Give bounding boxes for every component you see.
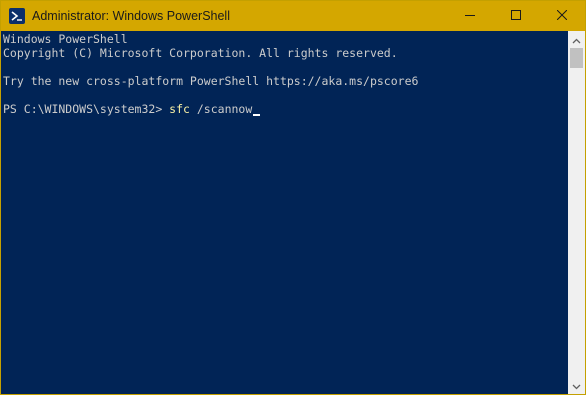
text-cursor [253, 114, 261, 116]
prompt-text: PS C:\WINDOWS\system32> [3, 102, 170, 116]
maximize-icon [511, 7, 521, 25]
powershell-window: Administrator: Windows PowerShell Window… [0, 0, 586, 395]
command-name: sfc [169, 102, 190, 116]
powershell-icon[interactable] [9, 8, 25, 24]
scroll-down-button[interactable] [568, 377, 585, 394]
minimize-button[interactable] [447, 1, 493, 31]
vertical-scrollbar[interactable] [568, 31, 585, 394]
close-icon [556, 7, 568, 25]
command-argument: /scannow [189, 102, 253, 116]
close-button[interactable] [539, 1, 585, 31]
scroll-up-button[interactable] [568, 31, 585, 48]
console-line: Copyright (C) Microsoft Corporation. All… [3, 46, 398, 60]
prompt-line[interactable]: PS C:\WINDOWS\system32> sfc /scannow [3, 101, 261, 117]
title-bar[interactable]: Administrator: Windows PowerShell [1, 1, 585, 31]
maximize-button[interactable] [493, 1, 539, 31]
scroll-up-arrow-icon [572, 31, 581, 49]
window-title: Administrator: Windows PowerShell [32, 9, 230, 23]
console-line: Try the new cross-platform PowerShell ht… [3, 74, 419, 88]
scroll-down-arrow-icon [572, 377, 581, 395]
console-output[interactable]: Windows PowerShell Copyright (C) Microso… [1, 31, 568, 394]
scrollbar-thumb[interactable] [570, 48, 583, 68]
minimize-icon [465, 7, 475, 25]
